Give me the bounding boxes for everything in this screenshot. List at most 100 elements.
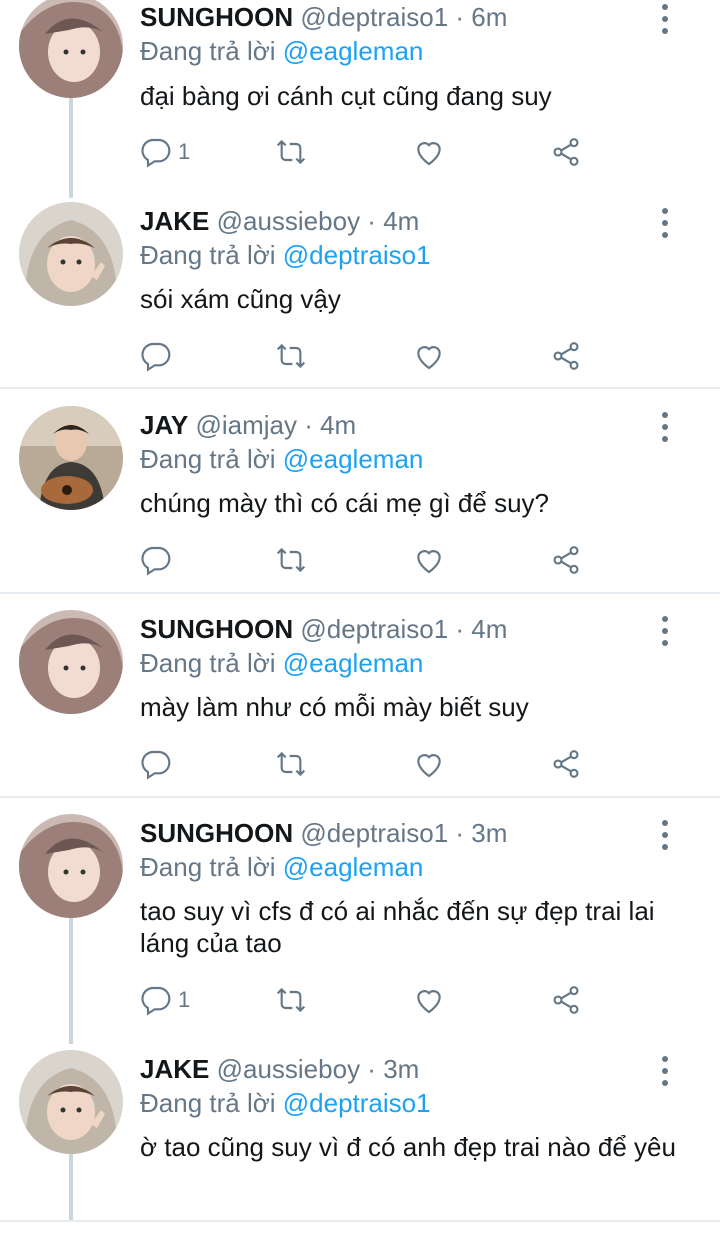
tweet[interactable]: SUNGHOON @deptraiso1 · 6m Đang trả lời @… (0, 0, 720, 190)
mention-link[interactable]: @eagleman (283, 852, 424, 882)
tweet-text: sói xám cũng vậy (140, 284, 341, 314)
like-button[interactable] (413, 746, 445, 782)
tweet[interactable]: JAKE @aussieboy · 3m Đang trả lời @deptr… (0, 1050, 720, 1212)
reply-button[interactable]: 1 (140, 982, 190, 1018)
replying-to-label: Đang trả lời (140, 648, 283, 678)
reply-icon (141, 986, 171, 1016)
reply-icon (141, 546, 171, 576)
author-name[interactable]: JAY (140, 410, 188, 440)
timestamp[interactable]: 3m (383, 1054, 419, 1084)
author-name[interactable]: JAKE (140, 1054, 209, 1084)
separator-dot: · (360, 206, 384, 236)
retweet-button[interactable] (275, 542, 307, 578)
share-button[interactable] (550, 746, 582, 782)
tweet[interactable]: SUNGHOON @deptraiso1 · 3m Đang trả lời @… (0, 814, 720, 1026)
retweet-button[interactable] (275, 746, 307, 782)
replying-to-label: Đang trả lời (140, 36, 283, 66)
author-handle[interactable]: @deptraiso1 (300, 2, 448, 32)
retweet-button[interactable] (275, 134, 307, 170)
tweet-header: JAY @iamjay · 4m (140, 408, 356, 442)
author-name[interactable]: SUNGHOON (140, 2, 293, 32)
timestamp[interactable]: 6m (471, 2, 507, 32)
retweet-icon (276, 987, 306, 1013)
mention-link[interactable]: @deptraiso1 (283, 240, 431, 270)
tweet-text: tao suy vì cfs đ có ai nhắc đến sự đẹp t… (140, 896, 655, 958)
more-vertical-icon[interactable] (652, 1056, 678, 1086)
retweet-button[interactable] (275, 982, 307, 1018)
replying-to: Đang trả lời @eagleman (140, 646, 423, 680)
author-name[interactable]: SUNGHOON (140, 818, 293, 848)
heart-icon (417, 346, 441, 370)
separator-dot: · (360, 1054, 384, 1084)
reply-button[interactable] (140, 746, 178, 782)
tweet[interactable]: SUNGHOON @deptraiso1 · 4m Đang trả lời @… (0, 610, 720, 792)
mention-link[interactable]: @deptraiso1 (283, 1088, 431, 1118)
divider (0, 387, 720, 389)
author-handle[interactable]: @deptraiso1 (300, 818, 448, 848)
reply-icon (141, 342, 171, 372)
reply-icon (141, 750, 171, 780)
tweet-header: JAKE @aussieboy · 4m (140, 204, 419, 238)
avatar-jay[interactable] (19, 406, 123, 510)
share-icon (553, 138, 579, 166)
avatar-jake[interactable] (19, 202, 123, 306)
more-vertical-icon[interactable] (652, 820, 678, 850)
avatar-jake[interactable] (19, 1050, 123, 1154)
tweet-text: mày làm như có mỗi mày biết suy (140, 692, 529, 722)
author-handle[interactable]: @iamjay (195, 410, 297, 440)
tweet[interactable]: JAY @iamjay · 4m Đang trả lời @eagleman … (0, 406, 720, 588)
reply-button[interactable] (140, 542, 178, 578)
share-button[interactable] (550, 542, 582, 578)
like-button[interactable] (413, 542, 445, 578)
timestamp[interactable]: 3m (471, 818, 507, 848)
tweet-text: ờ tao cũng suy vì đ có anh đẹp trai nào … (140, 1132, 676, 1162)
retweet-icon (276, 547, 306, 573)
divider (0, 1220, 720, 1222)
separator-dot: · (448, 614, 472, 644)
replying-to: Đang trả lời @deptraiso1 (140, 1086, 431, 1120)
replying-to: Đang trả lời @eagleman (140, 34, 423, 68)
like-button[interactable] (413, 134, 445, 170)
timestamp[interactable]: 4m (471, 614, 507, 644)
timestamp[interactable]: 4m (383, 206, 419, 236)
tweet-actions (140, 338, 600, 374)
avatar-sunghoon[interactable] (19, 814, 123, 918)
heart-icon (417, 142, 441, 166)
reply-count: 1 (178, 987, 191, 1012)
more-vertical-icon[interactable] (652, 616, 678, 646)
like-button[interactable] (413, 338, 445, 374)
author-name[interactable]: SUNGHOON (140, 614, 293, 644)
avatar-sunghoon[interactable] (19, 0, 123, 98)
avatar-sunghoon[interactable] (19, 610, 123, 714)
author-name[interactable]: JAKE (140, 206, 209, 236)
more-vertical-icon[interactable] (652, 208, 678, 238)
author-handle[interactable]: @aussieboy (217, 1054, 360, 1084)
share-button[interactable] (550, 338, 582, 374)
mention-link[interactable]: @eagleman (283, 444, 424, 474)
share-button[interactable] (550, 134, 582, 170)
tweet-header: SUNGHOON @deptraiso1 · 4m (140, 612, 507, 646)
mention-link[interactable]: @eagleman (283, 36, 424, 66)
retweet-button[interactable] (275, 338, 307, 374)
like-button[interactable] (413, 982, 445, 1018)
replying-to: Đang trả lời @eagleman (140, 850, 423, 884)
timestamp[interactable]: 4m (320, 410, 356, 440)
reply-button[interactable]: 1 (140, 134, 190, 170)
retweet-icon (276, 139, 306, 165)
tweet[interactable]: JAKE @aussieboy · 4m Đang trả lời @deptr… (0, 202, 720, 384)
mention-link[interactable]: @eagleman (283, 648, 424, 678)
share-icon (553, 986, 579, 1014)
more-vertical-icon[interactable] (652, 412, 678, 442)
reply-icon (141, 138, 171, 168)
share-icon (553, 750, 579, 778)
more-vertical-icon[interactable] (652, 4, 678, 34)
retweet-icon (276, 751, 306, 777)
author-handle[interactable]: @deptraiso1 (300, 614, 448, 644)
tweet-text: chúng mày thì có cái mẹ gì để suy? (140, 488, 549, 518)
heart-icon (417, 990, 441, 1014)
share-icon (553, 342, 579, 370)
tweet-actions (140, 746, 600, 782)
reply-button[interactable] (140, 338, 178, 374)
share-button[interactable] (550, 982, 582, 1018)
author-handle[interactable]: @aussieboy (217, 206, 360, 236)
